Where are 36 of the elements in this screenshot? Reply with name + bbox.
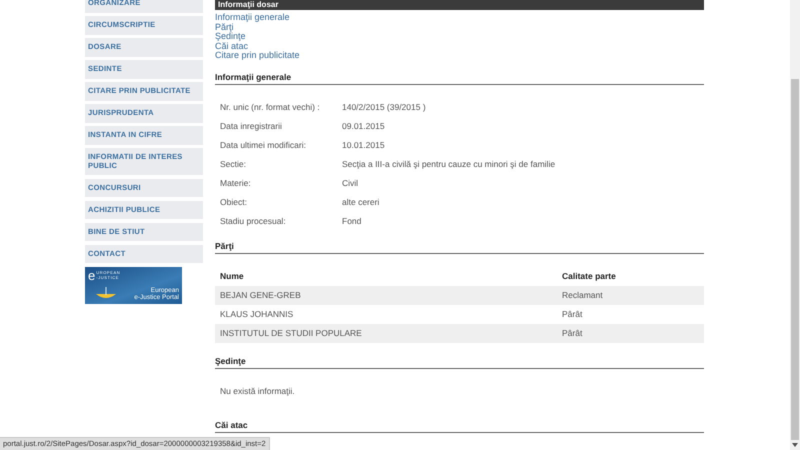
- section-heading: Părţi: [215, 238, 704, 254]
- table-cell-text: Reclamant: [562, 290, 604, 300]
- column-header: Calitate parte: [562, 271, 617, 282]
- section-link[interactable]: Părţi: [215, 22, 234, 32]
- field-label: Nr. unic (nr. format vechi) :: [219, 102, 321, 112]
- field-value: alte cereri: [342, 197, 380, 208]
- field-value: 140/2/2015 (39/2015 ): [342, 102, 427, 112]
- field-label: Data inregistrarii: [219, 121, 283, 132]
- scrollbar-thumb[interactable]: [791, 79, 799, 440]
- field-value: Civil: [342, 178, 360, 188]
- field-label: Obiect:: [219, 197, 248, 208]
- section-heading: Căi atac: [215, 418, 704, 433]
- section-link[interactable]: Căi atac: [215, 42, 248, 52]
- field-label: Data ultimei modificari:: [219, 140, 307, 150]
- table-cell-text: INSTITUTUL DE STUDII POPULARE: [219, 328, 363, 338]
- table-cell-text: Pârât: [562, 328, 584, 338]
- table-cell-text: KLAUS JOHANNIS: [219, 309, 294, 320]
- field-value: Fond: [342, 216, 362, 226]
- field-value: Secţia a III-a civilă şi pentru cauze cu minori şi de familie: [342, 159, 556, 170]
- field-label: Sectie:: [219, 159, 247, 170]
- section-link[interactable]: Şedinţe: [215, 32, 246, 42]
- table-cell-text: BEJAN GENE-GREB: [219, 290, 302, 300]
- section-link[interactable]: Informaţii generale: [215, 13, 290, 23]
- logo-mark: e: [88, 270, 96, 282]
- field-label: Stadiu procesual:: [219, 216, 287, 226]
- scroll-down-icon[interactable]: [792, 443, 798, 447]
- table-cell-text: Pârât: [562, 309, 584, 320]
- section-heading: Informaţii generale: [215, 70, 704, 85]
- section-link[interactable]: Citare prin publicitate: [215, 51, 300, 61]
- field-value: 10.01.2015: [342, 140, 386, 150]
- field-label: Materie:: [219, 178, 252, 188]
- section-heading: Şedinţe: [215, 354, 704, 369]
- empty-message: Nu există informaţii.: [219, 384, 296, 398]
- column-header: Nume: [219, 271, 245, 282]
- field-value: 09.01.2015: [342, 121, 386, 132]
- section-header-bar: Informaţii dosar: [215, 0, 704, 10]
